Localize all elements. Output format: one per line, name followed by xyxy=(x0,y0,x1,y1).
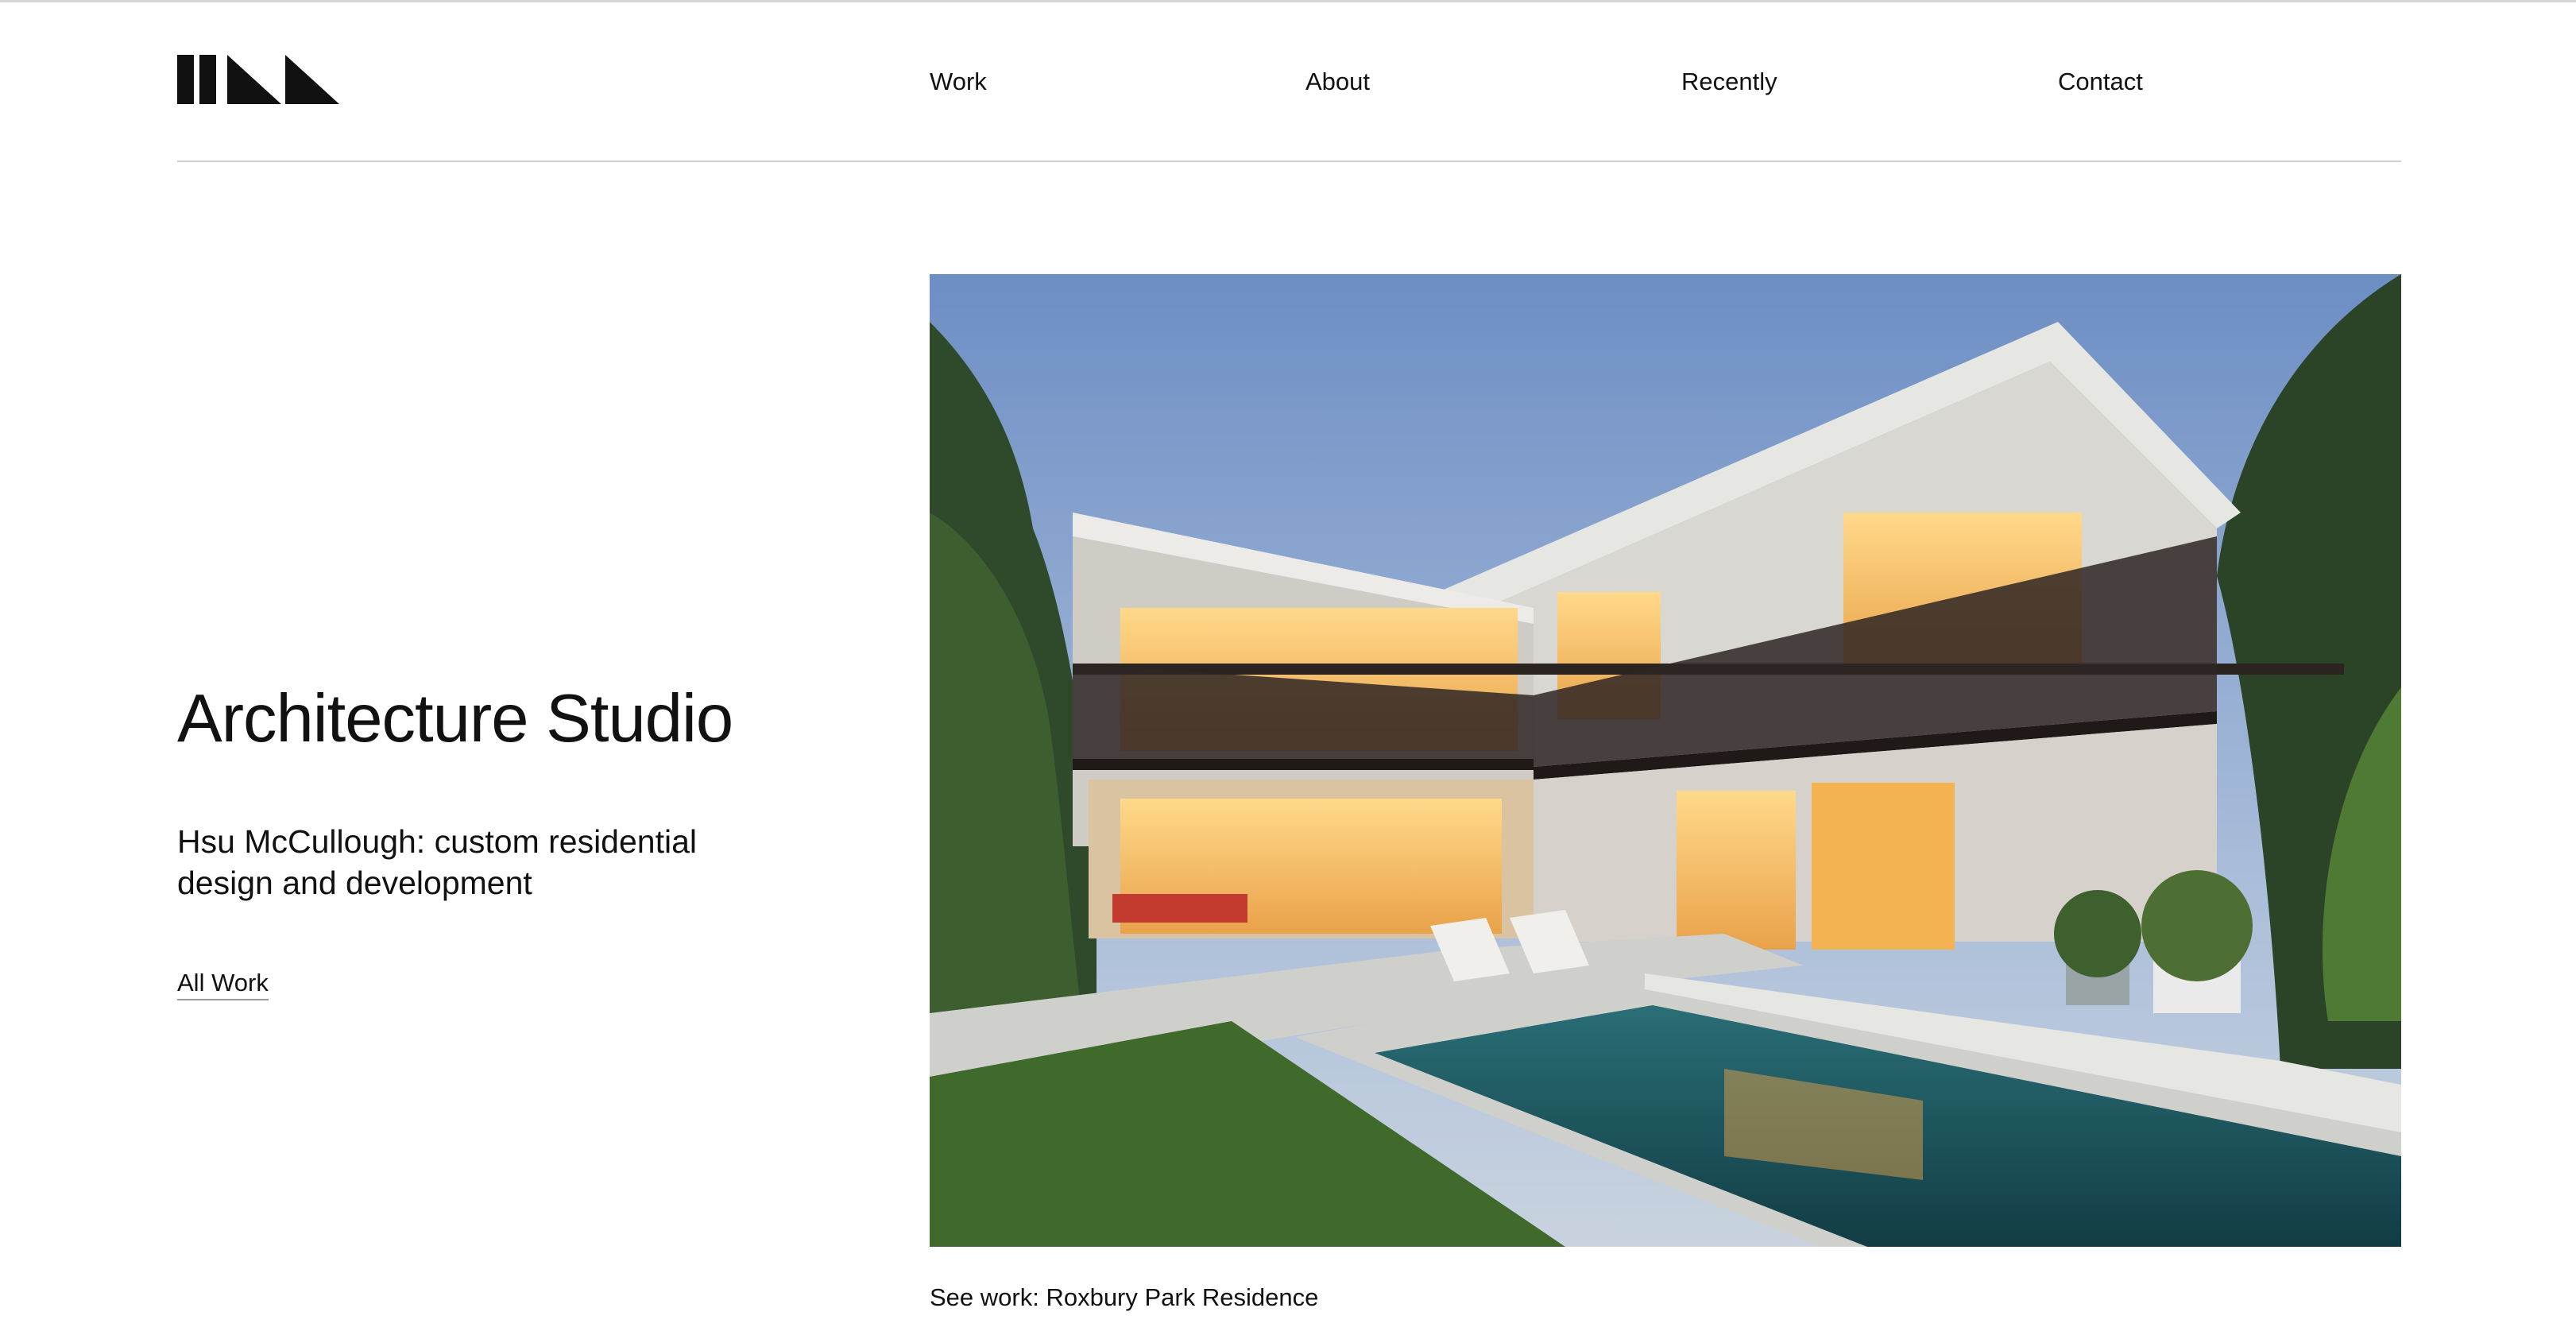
logo-mark-icon xyxy=(177,55,339,104)
featured-project-image[interactable] xyxy=(930,274,2401,1247)
nav-about[interactable]: About xyxy=(1305,68,1370,96)
page-title: Architecture Studio xyxy=(177,681,733,756)
house-photo xyxy=(930,274,2401,1247)
all-work-link[interactable]: All Work xyxy=(177,969,269,1000)
studio-logo[interactable] xyxy=(177,55,339,104)
nav-recently[interactable]: Recently xyxy=(1681,68,1777,96)
header-divider xyxy=(177,161,2401,162)
featured-project-caption[interactable]: See work: Roxbury Park Residence xyxy=(930,1283,1318,1312)
page-subtitle: Hsu McCullough: custom residential desig… xyxy=(177,823,697,901)
nav-work[interactable]: Work xyxy=(930,68,987,96)
page: Work About Recently Contact Architecture… xyxy=(0,0,2576,1335)
nav-contact[interactable]: Contact xyxy=(2058,68,2143,96)
